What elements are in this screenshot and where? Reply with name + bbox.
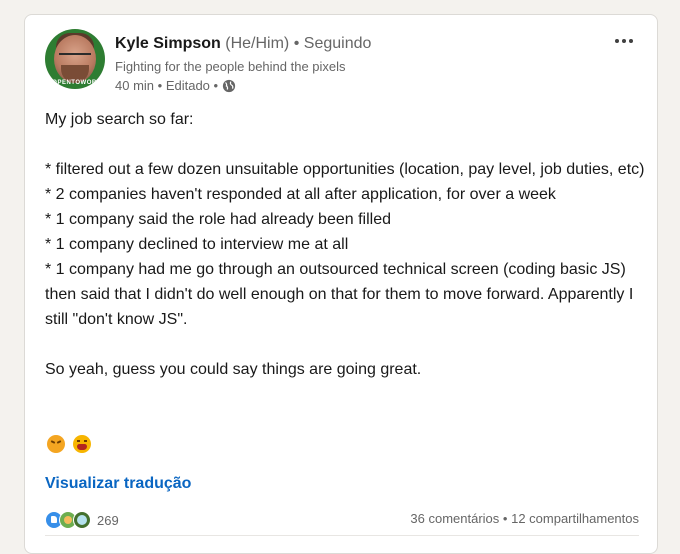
post-body: My job search so far: * filtered out a f… (45, 107, 645, 382)
divider (45, 535, 639, 536)
author-tagline: Fighting for the people behind the pixel… (115, 59, 346, 74)
globe-icon (222, 79, 236, 93)
dot-icon (629, 39, 633, 43)
post-list-item: * filtered out a few dozen unsuitable op… (45, 161, 645, 178)
shares-count-link[interactable]: 12 compartilhamentos (511, 511, 639, 526)
open-to-work-badge: #OPENTOWORK (48, 80, 102, 86)
persevering-face-icon (47, 435, 65, 453)
dot-icon (622, 39, 626, 43)
engagement-counts: 36 comentários • 12 compartilhamentos (410, 511, 639, 526)
post-closing: So yeah, guess you could say things are … (45, 361, 422, 378)
follow-status: • Seguindo (293, 35, 372, 52)
author-avatar[interactable]: #OPENTOWORK (45, 29, 105, 89)
post-list-item: * 1 company had me go through an outsour… (45, 261, 634, 328)
dot-icon (615, 39, 619, 43)
tired-face-icon (73, 435, 91, 453)
post-time: 40 min (115, 78, 155, 93)
post-list-item: * 1 company declined to interview me at … (45, 236, 349, 253)
post-list-item: * 1 company said the role had already be… (45, 211, 391, 228)
avatar-glasses (59, 53, 91, 63)
author-name[interactable]: Kyle Simpson (115, 35, 221, 52)
more-options-button[interactable] (609, 31, 639, 51)
reactions-summary[interactable]: 269 (45, 511, 119, 529)
social-counts: 269 36 comentários • 12 compartilhamento… (45, 511, 639, 536)
reaction-count: 269 (97, 512, 119, 528)
author-pronouns: (He/Him) (225, 35, 290, 52)
translate-link[interactable]: Visualizar tradução (45, 475, 191, 493)
author-line: Kyle Simpson (He/Him) • Seguindo (115, 34, 371, 54)
post-list-item: * 2 companies haven't responded at all a… (45, 186, 556, 203)
post-intro: My job search so far: (45, 111, 194, 128)
post-emojis (47, 435, 91, 453)
post-card: #OPENTOWORK Kyle Simpson (He/Him) • Segu… (24, 14, 658, 554)
comments-count-link[interactable]: 36 comentários (410, 511, 499, 526)
funny-icon (73, 511, 91, 529)
separator: • (502, 511, 508, 526)
post-meta: 40 min • Editado • (115, 77, 236, 95)
post-edited: • Editado • (157, 78, 219, 93)
